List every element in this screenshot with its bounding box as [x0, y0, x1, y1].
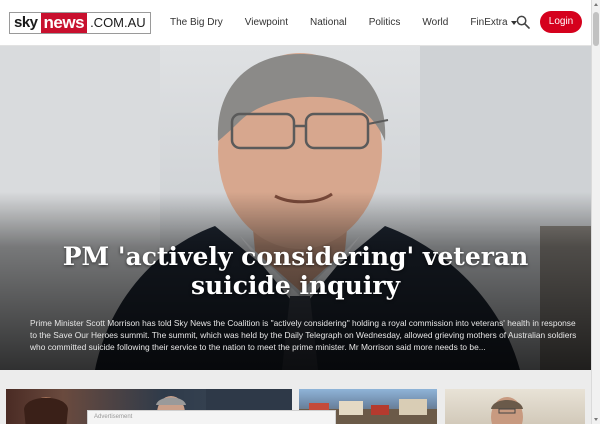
page-scrollbar[interactable]: [591, 0, 600, 424]
nav-item-national[interactable]: National: [310, 0, 347, 46]
logo-sky-text: sky: [14, 14, 38, 31]
nav-item-politics[interactable]: Politics: [369, 0, 401, 46]
nav-item-world[interactable]: World: [422, 0, 448, 46]
page: sky news .COM.AU The Big Dry Viewpoint N…: [0, 0, 600, 424]
site-header: sky news .COM.AU The Big Dry Viewpoint N…: [0, 0, 591, 46]
hero-story[interactable]: PM 'actively considering' veteran suicid…: [0, 46, 591, 370]
nav-item-finextra[interactable]: FinExtra: [470, 0, 517, 46]
nav-item-viewpoint[interactable]: Viewpoint: [245, 0, 288, 46]
scrollbar-thumb[interactable]: [593, 12, 599, 46]
logo-domain-text: .COM.AU: [90, 15, 146, 30]
sky-news-logo[interactable]: sky news .COM.AU: [9, 12, 151, 34]
scroll-down-icon[interactable]: [594, 418, 598, 421]
login-button[interactable]: Login: [540, 11, 582, 33]
advertisement-bar: Advertisement: [87, 410, 336, 424]
hero-summary[interactable]: Prime Minister Scott Morrison has told S…: [30, 317, 578, 353]
story-card-image[interactable]: [445, 389, 585, 424]
hero-headline[interactable]: PM 'actively considering' veteran suicid…: [20, 242, 571, 300]
nav-item-finextra-label: FinExtra: [470, 17, 508, 28]
logo-news-text: news: [40, 13, 88, 33]
search-icon[interactable]: [516, 15, 530, 29]
nav-item-the-big-dry[interactable]: The Big Dry: [170, 0, 223, 46]
story-card-image-art: [491, 397, 523, 424]
main-nav: The Big Dry Viewpoint National Politics …: [170, 0, 517, 46]
scroll-up-icon[interactable]: [594, 3, 598, 6]
